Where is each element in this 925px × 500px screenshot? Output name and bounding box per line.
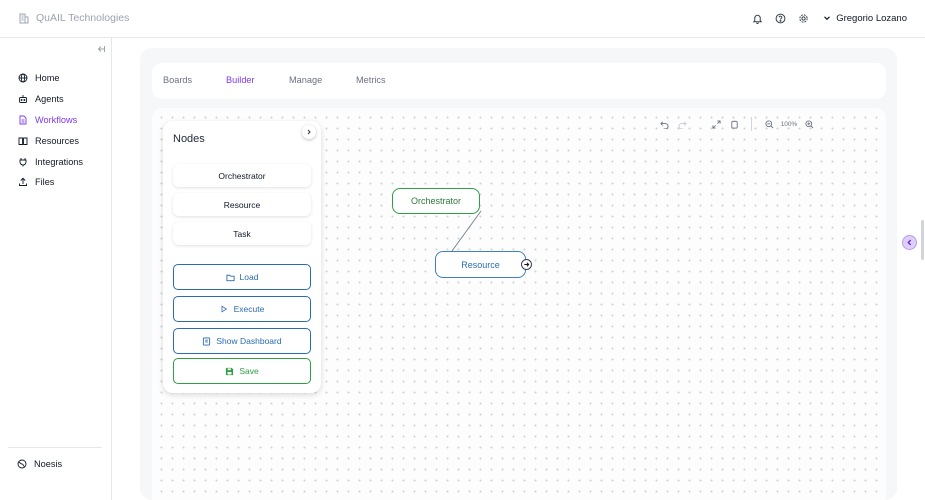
node-type-orchestrator[interactable]: Orchestrator	[173, 164, 311, 187]
sidebar-item-files[interactable]: Files	[17, 172, 83, 193]
brand-name: QuAIL Technologies	[36, 12, 130, 24]
clipboard-icon[interactable]	[725, 115, 743, 133]
chevron-left-icon[interactable]	[902, 235, 917, 250]
chevron-down-icon	[823, 14, 831, 22]
zoom-in-icon[interactable]	[800, 115, 818, 133]
execute-label: Execute	[233, 304, 265, 314]
sidebar-footer-label: Noesis	[34, 459, 63, 469]
sidebar: Home Agents Workflows Resources Integrat…	[0, 38, 112, 500]
sidebar-item-label: Resources	[35, 135, 79, 146]
node-type-task[interactable]: Task	[173, 222, 311, 245]
plug-icon	[17, 156, 28, 167]
sidebar-footer-noesis[interactable]: Noesis	[17, 459, 62, 469]
load-button[interactable]: Load	[173, 264, 311, 290]
tab-builder[interactable]: Builder	[226, 75, 255, 85]
arrow-right-icon[interactable]	[521, 259, 532, 270]
globe-icon	[17, 459, 27, 469]
sidebar-item-workflows[interactable]: Workflows	[17, 110, 83, 131]
sidebar-item-label: Workflows	[35, 114, 78, 125]
chevron-right-icon[interactable]	[302, 125, 316, 139]
toolbar-divider	[751, 117, 752, 131]
sidebar-divider	[8, 447, 102, 448]
expand-icon[interactable]	[707, 115, 725, 133]
execute-button[interactable]: Execute	[173, 296, 311, 322]
upload-icon	[17, 177, 28, 188]
tab-boards[interactable]: Boards	[163, 75, 192, 85]
document-icon	[17, 114, 28, 125]
tab-manage[interactable]: Manage	[289, 75, 322, 85]
save-icon	[225, 367, 234, 376]
user-menu[interactable]: Gregorio Lozano	[823, 13, 907, 24]
dashboard-icon	[202, 336, 211, 346]
sidebar-item-label: Agents	[35, 94, 64, 105]
book-icon	[17, 135, 28, 146]
show-dashboard-button[interactable]: Show Dashboard	[173, 328, 311, 354]
load-label: Load	[239, 272, 259, 282]
undo-icon[interactable]	[655, 115, 673, 133]
gear-icon[interactable]	[796, 11, 810, 25]
top-bar: QuAIL Technologies Gregorio Lozano	[0, 0, 925, 38]
scrollbar[interactable]	[921, 220, 924, 260]
building-icon	[18, 12, 30, 24]
collapse-sidebar-icon[interactable]	[95, 43, 107, 55]
tab-metrics[interactable]: Metrics	[356, 75, 386, 85]
sidebar-item-label: Files	[35, 177, 55, 188]
redo-icon[interactable]	[673, 115, 691, 133]
globe-icon	[17, 73, 28, 84]
sidebar-nav: Home Agents Workflows Resources Integrat…	[17, 68, 83, 193]
sidebar-item-label: Integrations	[35, 156, 84, 167]
node-type-resource[interactable]: Resource	[173, 193, 311, 216]
help-icon[interactable]	[773, 11, 787, 25]
canvas-toolbar: 100%	[655, 114, 818, 134]
sidebar-item-resources[interactable]: Resources	[17, 130, 83, 151]
sidebar-item-integrations[interactable]: Integrations	[17, 151, 83, 172]
sidebar-item-agents[interactable]: Agents	[17, 89, 83, 110]
nodes-panel: Nodes Orchestrator Resource Task Load Ex…	[163, 121, 321, 393]
bot-icon	[17, 94, 28, 105]
zoom-out-icon[interactable]	[760, 115, 778, 133]
panel-title: Nodes	[173, 133, 205, 145]
user-name: Gregorio Lozano	[836, 12, 907, 24]
sidebar-item-home[interactable]: Home	[17, 68, 83, 89]
show-dashboard-label: Show Dashboard	[216, 336, 282, 346]
zoom-level: 100%	[780, 120, 798, 128]
bell-icon[interactable]	[750, 11, 764, 25]
tab-bar: Boards Builder Manage Metrics	[152, 63, 886, 99]
save-label: Save	[239, 366, 259, 376]
canvas-node-orchestrator[interactable]: Orchestrator	[392, 188, 480, 214]
canvas-node-resource[interactable]: Resource	[435, 251, 526, 278]
sidebar-item-label: Home	[35, 73, 60, 84]
play-icon	[220, 305, 229, 314]
save-button[interactable]: Save	[173, 358, 311, 384]
brand[interactable]: QuAIL Technologies	[18, 12, 129, 24]
folder-icon	[225, 273, 235, 282]
